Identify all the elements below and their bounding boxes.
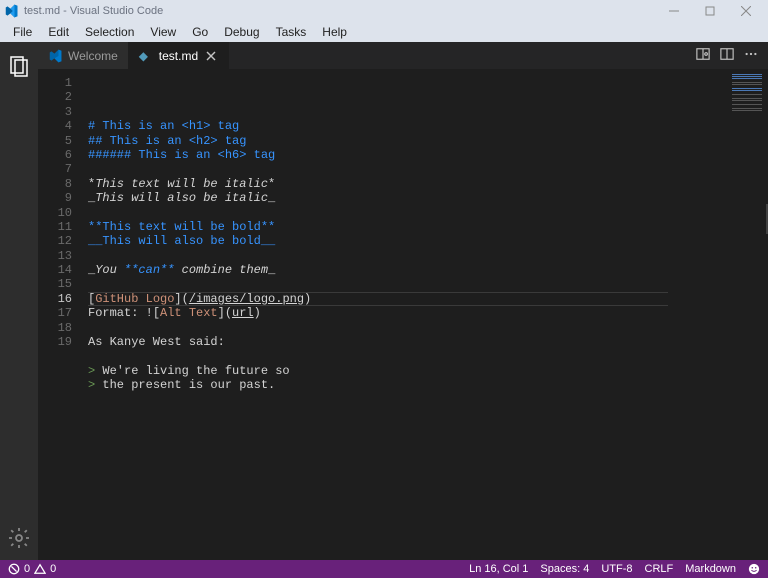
- line-number: 8: [38, 177, 72, 191]
- tab-testmd[interactable]: ◆ test.md: [129, 42, 229, 69]
- line-number: 14: [38, 263, 72, 277]
- activity-settings-icon[interactable]: [7, 526, 31, 550]
- menubar: File Edit Selection View Go Debug Tasks …: [0, 22, 768, 42]
- tab-close-button[interactable]: [204, 49, 218, 63]
- status-language[interactable]: Markdown: [685, 563, 736, 575]
- minimap[interactable]: [728, 70, 768, 560]
- menu-debug[interactable]: Debug: [217, 24, 266, 40]
- code-line[interactable]: [88, 249, 728, 263]
- line-number: 17: [38, 306, 72, 320]
- code-editor[interactable]: 12345678910111213141516171819 # This is …: [38, 70, 768, 560]
- window-maximize-button[interactable]: [692, 0, 728, 22]
- code-line[interactable]: > the present is our past.: [88, 378, 728, 392]
- window-title: test.md - Visual Studio Code: [24, 5, 163, 17]
- menu-edit[interactable]: Edit: [41, 24, 76, 40]
- window-titlebar: test.md - Visual Studio Code: [0, 0, 768, 22]
- tab-label: test.md: [159, 49, 198, 63]
- line-number: 16: [38, 292, 72, 306]
- code-line[interactable]: [88, 162, 728, 176]
- menu-tasks[interactable]: Tasks: [269, 24, 314, 40]
- vscode-icon: [4, 4, 18, 18]
- code-line[interactable]: [88, 349, 728, 363]
- line-number: 7: [38, 162, 72, 176]
- editor-actions: [686, 42, 768, 69]
- code-line[interactable]: _This will also be italic_: [88, 191, 728, 205]
- tab-welcome[interactable]: Welcome: [38, 42, 129, 69]
- line-number: 9: [38, 191, 72, 205]
- line-number: 2: [38, 90, 72, 104]
- line-number: 15: [38, 277, 72, 291]
- window-minimize-button[interactable]: [656, 0, 692, 22]
- line-number: 10: [38, 206, 72, 220]
- code-line[interactable]: As Kanye West said:: [88, 335, 728, 349]
- line-number: 3: [38, 105, 72, 119]
- code-line[interactable]: **This text will be bold**: [88, 220, 728, 234]
- menu-go[interactable]: Go: [185, 24, 215, 40]
- status-encoding[interactable]: UTF-8: [601, 563, 632, 575]
- code-line[interactable]: __This will also be bold__: [88, 234, 728, 248]
- line-number: 1: [38, 76, 72, 90]
- open-preview-side-icon[interactable]: [696, 47, 710, 64]
- code-line[interactable]: ###### This is an <h6> tag: [88, 148, 728, 162]
- line-number: 5: [38, 134, 72, 148]
- vscode-icon: [48, 49, 62, 63]
- code-line[interactable]: _You **can** combine them_: [88, 263, 728, 277]
- line-number: 11: [38, 220, 72, 234]
- code-line[interactable]: ## This is an <h2> tag: [88, 134, 728, 148]
- line-number: 19: [38, 335, 72, 349]
- activity-explorer-icon[interactable]: [7, 54, 31, 78]
- menu-view[interactable]: View: [143, 24, 183, 40]
- line-number: 18: [38, 321, 72, 335]
- menu-file[interactable]: File: [6, 24, 39, 40]
- code-line[interactable]: [88, 278, 728, 292]
- activity-bar: [0, 42, 38, 560]
- line-number-gutter: 12345678910111213141516171819: [38, 70, 88, 560]
- status-feedback-icon[interactable]: [748, 563, 760, 575]
- line-number: 12: [38, 234, 72, 248]
- code-line[interactable]: [88, 321, 728, 335]
- code-line[interactable]: [88, 206, 728, 220]
- code-line[interactable]: # This is an <h1> tag: [88, 119, 728, 133]
- code-line[interactable]: Format: ![Alt Text](url): [88, 306, 728, 320]
- status-indentation[interactable]: Spaces: 4: [540, 563, 589, 575]
- status-eol[interactable]: CRLF: [645, 563, 674, 575]
- status-bar: 0 0 Ln 16, Col 1 Spaces: 4 UTF-8 CRLF Ma…: [0, 560, 768, 578]
- window-close-button[interactable]: [728, 0, 764, 22]
- menu-selection[interactable]: Selection: [78, 24, 141, 40]
- tab-label: Welcome: [68, 49, 118, 63]
- more-actions-icon[interactable]: [744, 47, 758, 64]
- status-problems[interactable]: 0 0: [8, 563, 56, 575]
- code-line[interactable]: *This text will be italic*: [88, 177, 728, 191]
- line-number: 13: [38, 249, 72, 263]
- code-content[interactable]: # This is an <h1> tag## This is an <h2> …: [88, 70, 728, 560]
- markdown-file-icon: ◆: [139, 49, 153, 63]
- line-number: 6: [38, 148, 72, 162]
- status-cursor-position[interactable]: Ln 16, Col 1: [469, 563, 528, 575]
- editor-tabbar: Welcome ◆ test.md: [38, 42, 768, 70]
- line-number: 4: [38, 119, 72, 133]
- code-line[interactable]: > We're living the future so: [88, 364, 728, 378]
- menu-help[interactable]: Help: [315, 24, 354, 40]
- code-line[interactable]: [GitHub Logo](/images/logo.png): [88, 292, 728, 306]
- split-editor-icon[interactable]: [720, 47, 734, 64]
